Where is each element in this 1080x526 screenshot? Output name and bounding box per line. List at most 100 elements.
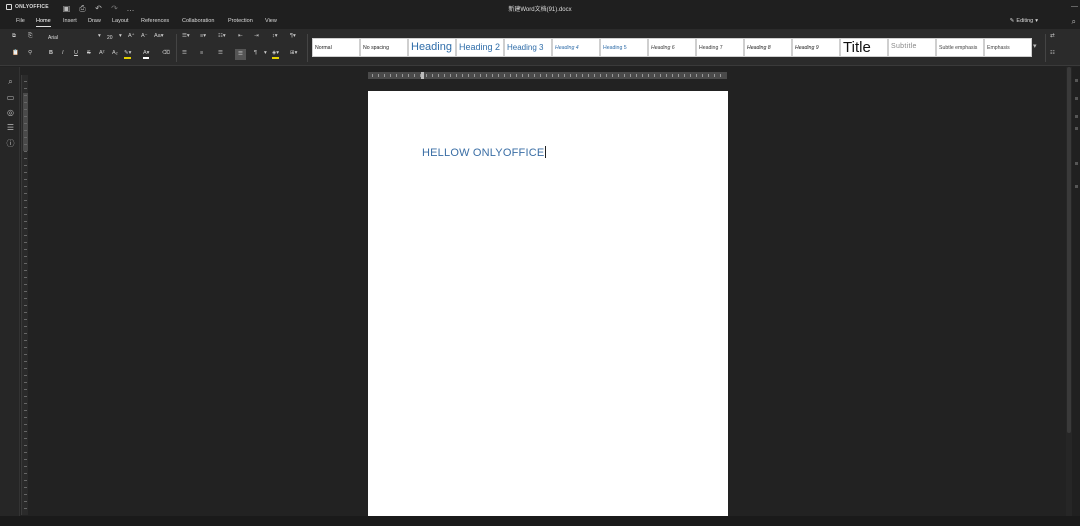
info-icon[interactable]: ⓘ [6, 139, 15, 148]
ruler-tick [720, 74, 721, 77]
superscript-button[interactable]: A² [99, 50, 105, 57]
increase-indent-icon[interactable]: ⇥ [254, 33, 259, 40]
italic-button[interactable]: I [62, 50, 64, 57]
change-case-icon[interactable]: Aa▾ [154, 33, 164, 40]
bold-button[interactable]: B [49, 50, 53, 57]
numbering-icon[interactable]: ≡▾ [200, 33, 206, 40]
font-color-icon[interactable]: A▾ [143, 50, 150, 59]
copy-style-icon[interactable]: ⚲ [28, 50, 32, 57]
justify-icon[interactable]: ☰ [235, 49, 246, 60]
gallery-expand-icon[interactable]: ▾ [1033, 42, 1037, 50]
ruler-tick [24, 431, 27, 432]
bullets-icon[interactable]: ☰▾ [182, 33, 190, 40]
toolbar-separator [1045, 34, 1046, 62]
pilcrow-chevron-icon[interactable]: ▾ [264, 50, 267, 57]
chat-icon[interactable]: ◎ [6, 108, 15, 117]
style-subtitle[interactable]: Subtitle [888, 38, 936, 57]
decrease-indent-icon[interactable]: ⇤ [238, 33, 243, 40]
header-settings-icon[interactable] [1075, 127, 1078, 130]
font-decrease-icon[interactable]: A⁻ [141, 33, 148, 40]
ruler-tick [24, 256, 27, 257]
ruler-tick [24, 123, 27, 124]
style-heading[interactable]: Heading [408, 38, 456, 57]
tab-home[interactable]: Home [36, 17, 51, 27]
tab-layout[interactable]: Layout [112, 17, 129, 27]
ruler-tick [468, 74, 469, 77]
font-name-select[interactable]: Arial [48, 35, 58, 41]
editing-mode-button[interactable]: ✎ Editing ▾ [1010, 18, 1038, 24]
style-heading-7[interactable]: Heading 7 [696, 38, 744, 57]
align-right-icon[interactable]: ☰ [218, 50, 223, 57]
style-heading-9[interactable]: Heading 9 [792, 38, 840, 57]
style-heading-5[interactable]: Heading 5 [600, 38, 648, 57]
multilevel-icon[interactable]: ☷▾ [218, 33, 226, 40]
strikethrough-button[interactable]: S [87, 50, 91, 57]
subscript-button[interactable]: A₂ [112, 50, 118, 57]
align-center-icon[interactable]: ≡ [200, 50, 203, 57]
underline-button[interactable]: U [74, 50, 78, 57]
comments-icon[interactable]: ▭ [6, 93, 15, 102]
style-heading-3[interactable]: Heading 3 [504, 38, 552, 57]
change-style-icon[interactable]: ⇄ [1050, 33, 1055, 40]
ruler-tick [516, 74, 517, 77]
font-name-chevron-icon[interactable]: ▾ [98, 33, 101, 40]
style-heading-6[interactable]: Heading 6 [648, 38, 696, 57]
paste-icon[interactable]: 📋 [12, 50, 19, 57]
scrollbar-thumb[interactable] [1067, 67, 1071, 433]
document-text[interactable]: HELLOW ONLYOFFICE [422, 146, 547, 159]
ruler-tick [552, 74, 553, 77]
tab-file[interactable]: File [16, 17, 25, 27]
style-normal[interactable]: Normal [312, 38, 360, 57]
indent-marker[interactable] [421, 72, 424, 79]
font-increase-icon[interactable]: A⁺ [128, 33, 135, 40]
clear-formatting-icon[interactable]: ⌫ [162, 50, 170, 57]
style-settings-icon[interactable]: ☷ [1050, 50, 1055, 57]
chart-settings-icon[interactable] [1075, 185, 1078, 188]
table-settings-icon[interactable] [1075, 97, 1078, 100]
ruler-tick [24, 186, 27, 187]
ruler-tick [480, 74, 481, 77]
tab-references[interactable]: References [141, 17, 169, 27]
paragraph-settings-icon[interactable] [1075, 79, 1078, 82]
style-heading-4[interactable]: Heading 4 [552, 38, 600, 57]
font-size-chevron-icon[interactable]: ▾ [119, 33, 122, 40]
tab-draw[interactable]: Draw [88, 17, 101, 27]
style-title[interactable]: Title [840, 38, 888, 57]
minimize-icon[interactable]: — [1071, 3, 1078, 10]
tab-insert[interactable]: Insert [63, 17, 77, 27]
shading-icon[interactable]: ◈▾ [272, 50, 279, 59]
search-icon[interactable]: ⌕ [1072, 17, 1076, 27]
line-spacing-icon[interactable]: ↕▾ [272, 33, 278, 40]
tab-view[interactable]: View [265, 17, 277, 27]
image-settings-icon[interactable] [1075, 115, 1078, 118]
sort-icon[interactable]: ¶▾ [290, 33, 296, 40]
highlight-color-icon[interactable]: ✎▾ [124, 50, 132, 59]
font-size-select[interactable]: 20 [107, 35, 113, 41]
shape-settings-icon[interactable] [1075, 162, 1078, 165]
ruler-tick [24, 403, 27, 404]
horizontal-ruler[interactable] [368, 72, 727, 79]
style-subtle-emphasis[interactable]: Subtle emphasis [936, 38, 984, 57]
paste-special-icon[interactable]: ⎘ [28, 33, 32, 40]
align-left-icon[interactable]: ☰ [182, 50, 187, 57]
menu-bar: File Home Insert Draw Layout References … [0, 16, 1080, 29]
text-cursor [545, 146, 547, 158]
ruler-tick [24, 221, 27, 222]
tab-protection[interactable]: Protection [228, 17, 253, 27]
toolbar-separator [307, 34, 308, 62]
vertical-ruler[interactable] [21, 75, 28, 515]
pilcrow-button[interactable]: ¶ [254, 50, 257, 57]
ruler-tick [24, 298, 27, 299]
style-heading-2[interactable]: Heading 2 [456, 38, 504, 57]
ruler-tick [24, 445, 27, 446]
search-icon[interactable]: ⌕ [6, 77, 15, 86]
borders-icon[interactable]: ⊞▾ [290, 50, 297, 57]
navigation-icon[interactable]: ☰ [6, 123, 15, 132]
copy-icon[interactable]: ⧉ [12, 33, 16, 40]
style-emphasis[interactable]: Emphasis [984, 38, 1032, 57]
style-heading-8[interactable]: Heading 8 [744, 38, 792, 57]
ruler-tick [684, 74, 685, 77]
document-page[interactable]: HELLOW ONLYOFFICE [368, 91, 728, 516]
style-no-spacing[interactable]: No spacing [360, 38, 408, 57]
tab-collaboration[interactable]: Collaboration [182, 17, 214, 27]
